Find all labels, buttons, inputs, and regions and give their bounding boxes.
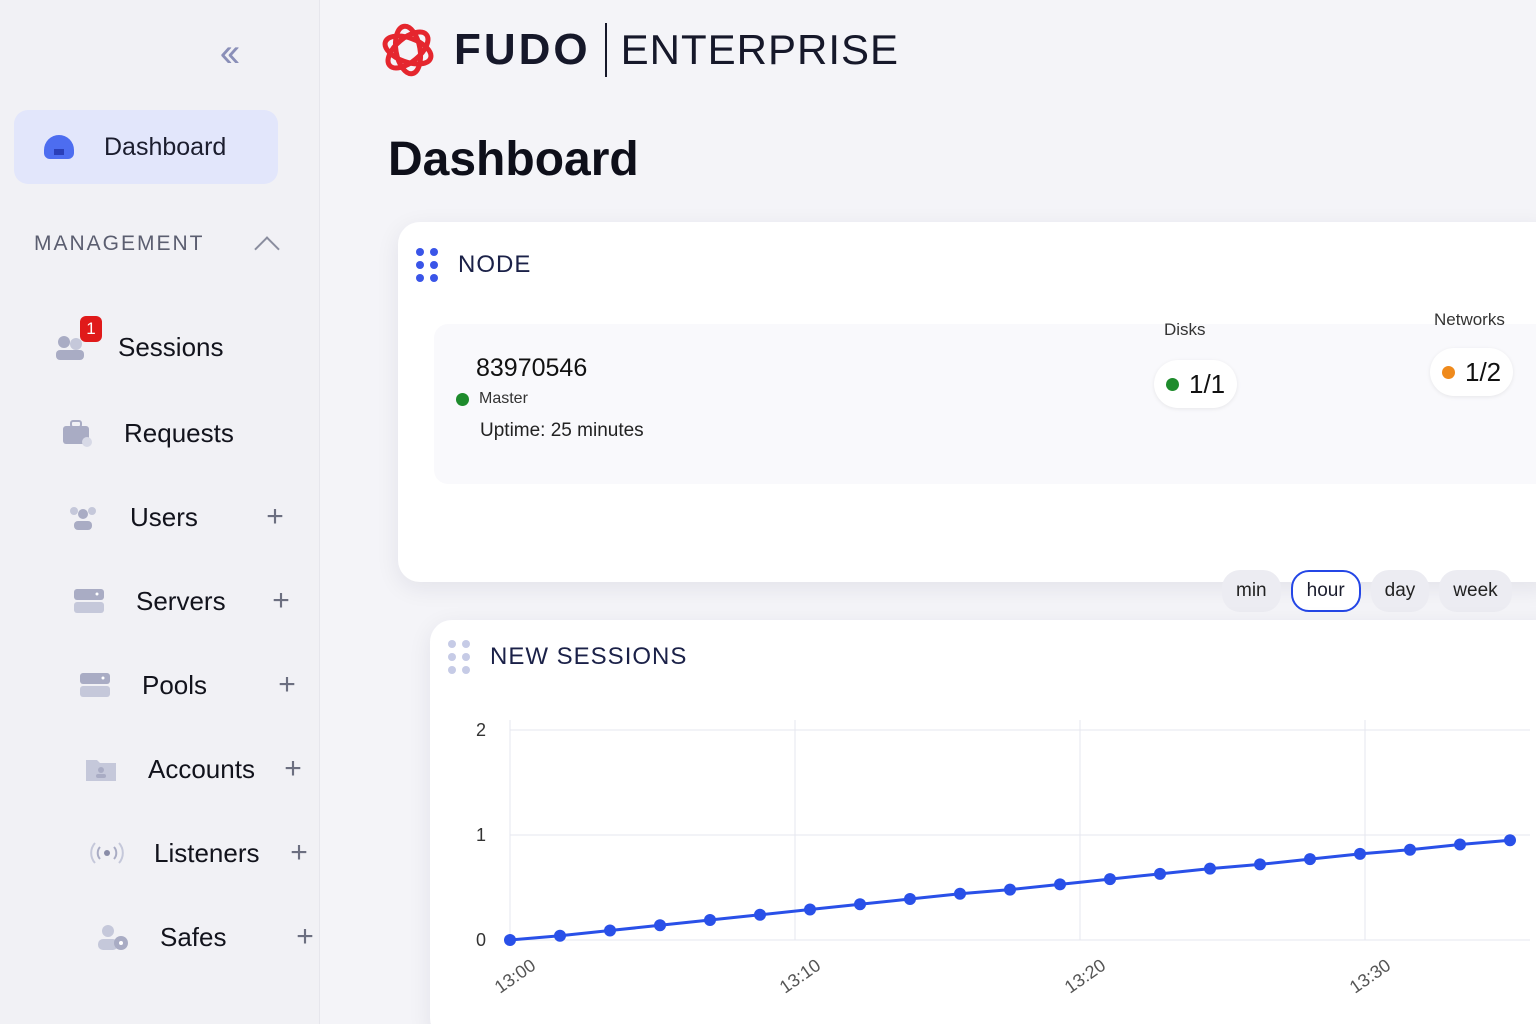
double-chevron-left-icon[interactable]: ‹‹ (210, 33, 244, 73)
management-section-header[interactable]: MANAGEMENT (34, 230, 290, 262)
time-range-selector: min hour day week (1222, 570, 1512, 612)
new-sessions-chart: 0 1 2 13:00 13:10 13:20 13:30 (476, 720, 1530, 997)
server-icon (72, 586, 106, 616)
data-point[interactable] (1104, 873, 1116, 886)
y-tick-label: 2 (476, 720, 486, 740)
broadcast-icon (90, 838, 124, 868)
data-point[interactable] (754, 908, 766, 921)
data-point[interactable] (604, 924, 616, 937)
chevron-up-icon[interactable] (254, 236, 280, 262)
data-point[interactable] (654, 919, 666, 932)
drag-handle-icon[interactable] (416, 248, 438, 282)
node-uptime: Uptime: 25 minutes (480, 420, 644, 441)
range-min-button[interactable]: min (1222, 570, 1281, 612)
node-id: 83970546 (476, 354, 588, 382)
data-point[interactable] (1054, 878, 1066, 891)
brand-name: FUDO (454, 25, 591, 74)
data-point[interactable] (1204, 862, 1216, 875)
range-week-button[interactable]: week (1439, 570, 1512, 612)
networks-label: Networks (1434, 310, 1505, 329)
sidebar-item-label: Dashboard (104, 132, 227, 161)
y-tick-label: 0 (476, 930, 486, 950)
add-user-button[interactable]: + (260, 502, 290, 532)
sidebar-item-safes[interactable]: Safes + (96, 912, 320, 962)
sidebar-item-users[interactable]: Users + (66, 492, 290, 542)
networks-status-badge[interactable]: 1/2 (1430, 348, 1514, 396)
range-day-button[interactable]: day (1370, 570, 1430, 612)
x-tick-label: 13:30 (1346, 955, 1394, 997)
section-title: MANAGEMENT (34, 232, 205, 255)
sidebar-item-dashboard[interactable]: Dashboard (14, 110, 278, 184)
sidebar-item-label: Sessions (118, 331, 224, 362)
add-safe-button[interactable]: + (290, 922, 320, 952)
sidebar-item-listeners[interactable]: Listeners + (90, 828, 314, 878)
x-tick-label: 13:00 (491, 955, 539, 997)
disks-status-badge[interactable]: 1/1 (1154, 360, 1238, 408)
data-point[interactable] (1154, 867, 1166, 880)
pool-icon (78, 670, 112, 700)
data-point[interactable] (804, 903, 816, 916)
data-point[interactable] (554, 929, 566, 942)
status-dot-icon (1166, 377, 1179, 391)
sessions-badge: 1 (80, 316, 102, 342)
node-card-title: NODE (458, 251, 532, 278)
y-tick-label: 1 (476, 825, 486, 845)
status-dot-icon (1442, 365, 1455, 379)
fudo-logo-icon (378, 20, 438, 80)
node-card: NODE 83970546 Master Uptime: 25 minutes … (398, 222, 1536, 582)
sidebar-item-pools[interactable]: Pools + (78, 660, 302, 710)
data-point[interactable] (1004, 883, 1016, 896)
add-pool-button[interactable]: + (272, 670, 302, 700)
brand-edition: ENTERPRISE (620, 26, 900, 73)
sidebar-item-label: Pools (142, 669, 208, 700)
data-point[interactable] (1304, 853, 1316, 866)
data-point[interactable] (704, 914, 716, 927)
disks-label: Disks (1164, 320, 1206, 339)
sidebar-item-label: Listeners (154, 837, 260, 868)
brand-logo[interactable]: FUDO ENTERPRISE (378, 18, 899, 82)
node-role: Master (456, 390, 528, 408)
safe-user-icon (96, 922, 130, 952)
data-point[interactable] (504, 934, 516, 946)
add-server-button[interactable]: + (266, 586, 296, 616)
dashboard-icon (44, 135, 74, 159)
sidebar-item-accounts[interactable]: Accounts + (84, 744, 308, 794)
node-card-header: NODE (416, 248, 531, 282)
sidebar-item-servers[interactable]: Servers + (72, 576, 296, 626)
range-hour-button[interactable]: hour (1290, 570, 1361, 612)
brand-divider (604, 23, 607, 77)
sidebar-item-label: Servers (136, 585, 226, 616)
data-point[interactable] (1354, 847, 1366, 860)
page-title: Dashboard (388, 133, 639, 186)
x-tick-label: 13:20 (1061, 955, 1109, 997)
data-point[interactable] (904, 893, 916, 906)
data-point[interactable] (1504, 834, 1516, 847)
data-point[interactable] (1454, 838, 1466, 851)
data-point[interactable] (954, 887, 966, 900)
node-role-label: Master (479, 390, 528, 407)
sidebar: ‹‹ Dashboard MANAGEMENT 1 Sessions Reque… (0, 0, 320, 1024)
add-account-button[interactable]: + (278, 754, 308, 784)
x-tick-label: 13:10 (776, 955, 824, 997)
account-folder-icon (84, 754, 118, 784)
networks-value: 1/2 (1465, 356, 1502, 387)
disks-value: 1/1 (1189, 368, 1226, 399)
sidebar-item-label: Requests (124, 417, 234, 448)
status-dot-icon (456, 392, 469, 406)
sidebar-item-requests[interactable]: Requests (60, 408, 254, 458)
data-point[interactable] (1254, 858, 1266, 871)
data-point[interactable] (1404, 843, 1416, 856)
sidebar-item-label: Accounts (148, 753, 255, 784)
data-point[interactable] (854, 898, 866, 911)
add-listener-button[interactable]: + (284, 838, 314, 868)
node-row[interactable]: 83970546 Master Uptime: 25 minutes Disks… (434, 310, 1536, 484)
sidebar-item-label: Users (130, 501, 198, 532)
sidebar-item-sessions[interactable]: 1 Sessions (54, 316, 248, 372)
new-sessions-card: NEW SESSIONS 012 13:00 13:10 13:20 13:30 (430, 620, 1536, 1024)
users-icon (66, 502, 100, 532)
briefcase-icon (60, 418, 94, 448)
sidebar-item-label: Safes (160, 921, 227, 952)
sessions-icon: 1 (54, 316, 102, 362)
